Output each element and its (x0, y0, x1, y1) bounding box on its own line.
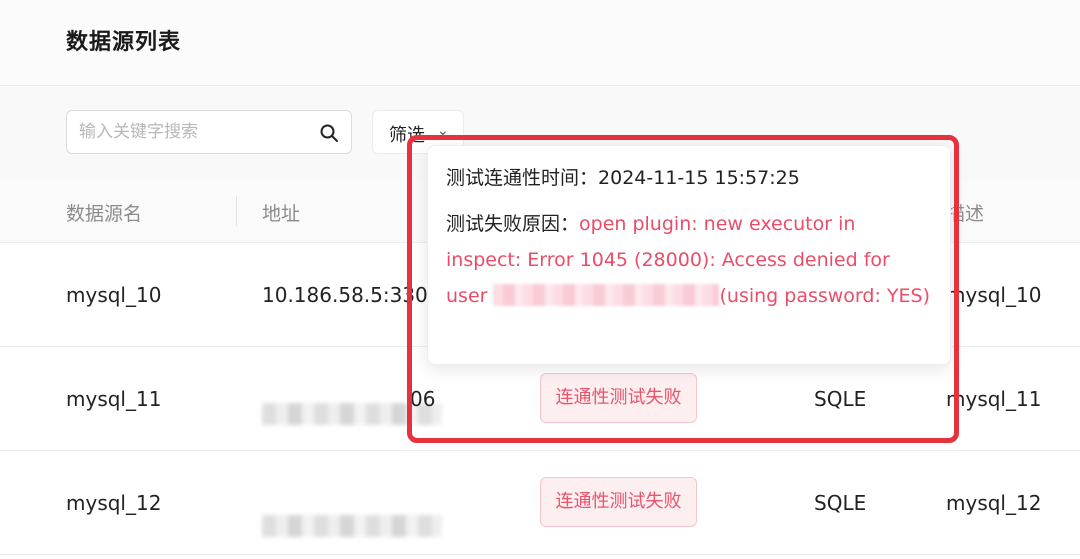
datasource-type: SQLE (814, 387, 867, 411)
datasource-name[interactable]: mysql_10 (66, 283, 161, 307)
connectivity-error-popover: 测试连通性时间：2024-11-15 15:57:25 测试失败原因：open … (427, 145, 951, 365)
status-badge[interactable]: 连通性测试失败 (540, 477, 697, 527)
failure-reason-text-end: (using password: YES) (719, 285, 930, 307)
chevron-down-icon: ⌄ (437, 123, 449, 139)
redacted-address (262, 515, 442, 537)
search-input[interactable] (79, 120, 309, 144)
datasource-address: 10.186.58.5:330 (262, 283, 428, 307)
column-header-description: 描述 (946, 203, 985, 225)
failure-reason: 测试失败原因：open plugin: new executor in insp… (446, 206, 932, 314)
page-title: 数据源列表 (66, 30, 182, 55)
status-badge[interactable]: 连通性测试失败 (540, 373, 697, 423)
test-time-line: 测试连通性时间：2024-11-15 15:57:25 (446, 166, 932, 190)
search-icon[interactable] (319, 123, 339, 143)
test-time-value: 2024-11-15 15:57:25 (598, 167, 800, 189)
filter-label: 筛选 (389, 125, 425, 146)
datasource-name[interactable]: mysql_12 (66, 491, 161, 515)
search-box[interactable] (66, 110, 352, 154)
datasource-name[interactable]: mysql_11 (66, 387, 161, 411)
datasource-type: SQLE (814, 491, 867, 515)
column-header-name: 数据源名 (66, 203, 143, 225)
test-time-label: 测试连通性时间： (446, 167, 599, 189)
datasource-description: mysql_10 (946, 283, 1042, 307)
table-row[interactable]: mysql_12 连通性测试失败 SQLE mysql_12 (0, 451, 1080, 555)
datasource-description: mysql_11 (946, 387, 1042, 411)
datasource-description: mysql_12 (946, 491, 1042, 515)
datasource-address-suffix: 06 (410, 387, 436, 411)
page-header: 数据源列表 (0, 0, 1080, 86)
failure-reason-label: 测试失败原因： (446, 213, 580, 235)
column-header-address: 地址 (262, 203, 301, 225)
redacted-username (493, 284, 720, 306)
column-divider (236, 196, 237, 226)
